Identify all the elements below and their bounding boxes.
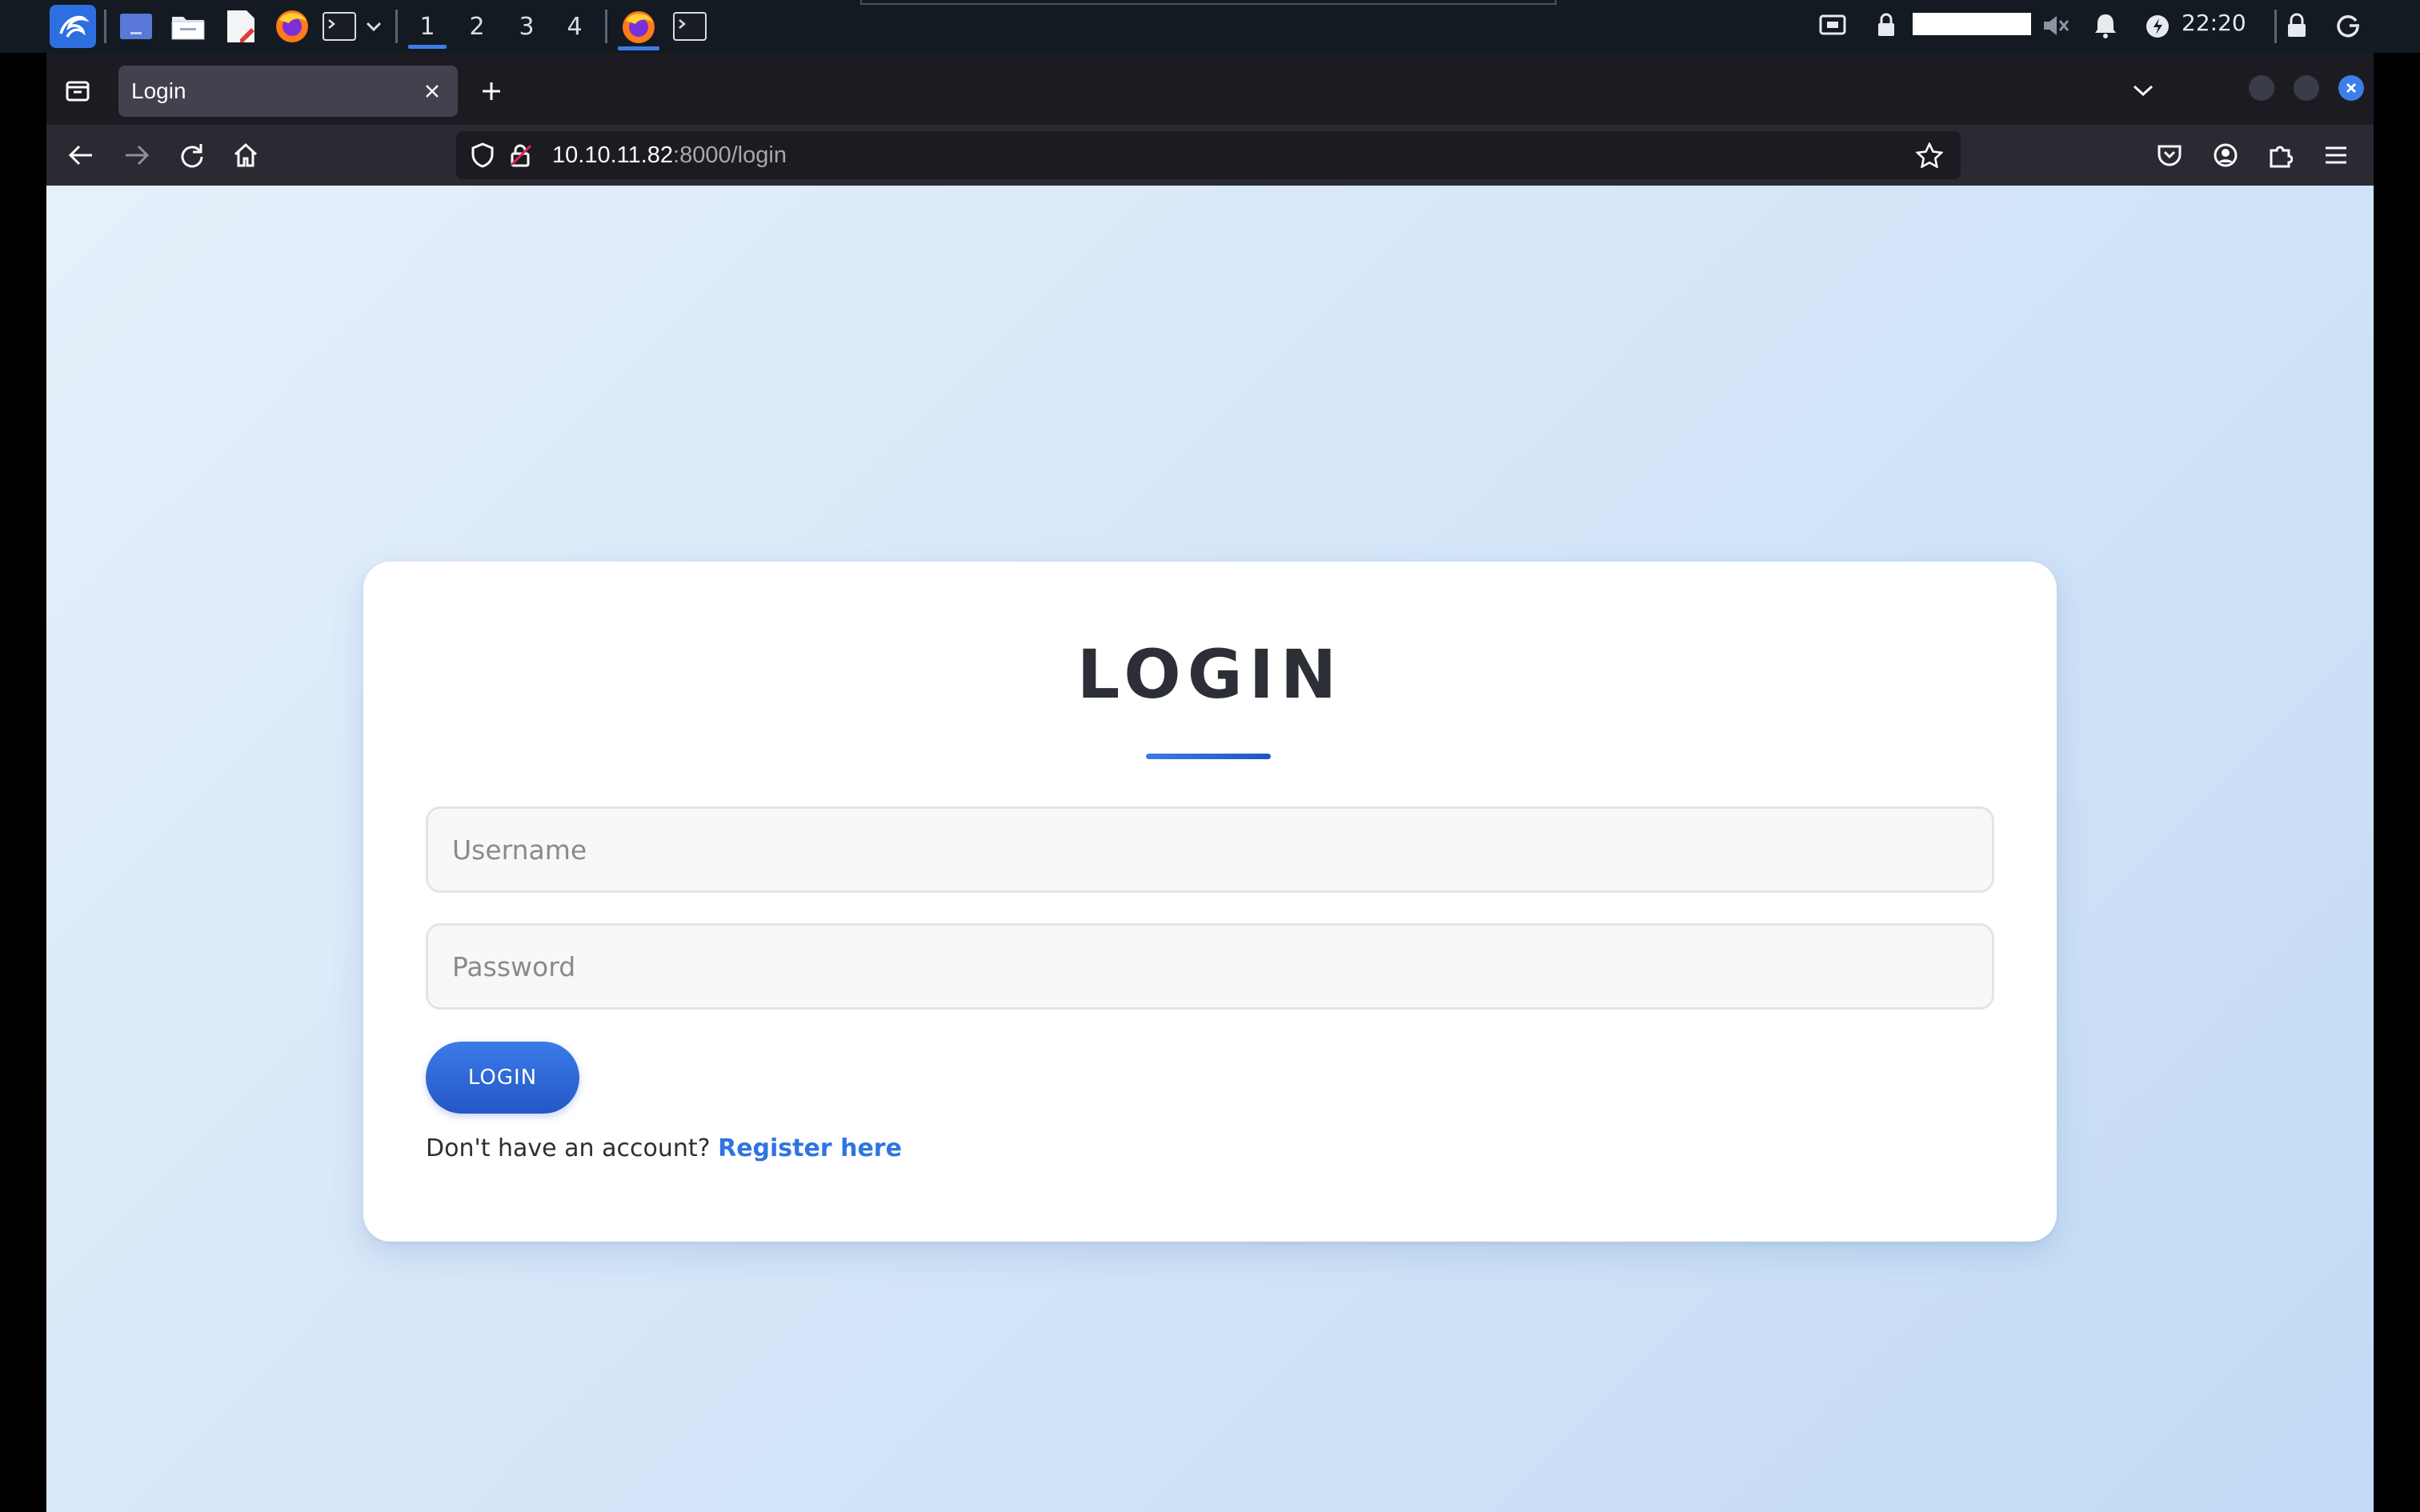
chevron-down-icon[interactable] <box>362 14 386 38</box>
workspace-3[interactable]: 3 <box>504 5 549 48</box>
title-underline <box>1146 754 1271 759</box>
panel-separator <box>2274 10 2277 43</box>
close-window-button[interactable] <box>2338 75 2364 101</box>
reload-icon <box>181 144 203 168</box>
account-button[interactable] <box>2202 133 2249 178</box>
tab-bar: Login <box>46 53 2374 125</box>
forward-arrow-icon <box>126 145 150 166</box>
pocket-button[interactable] <box>2146 133 2193 178</box>
close-icon <box>2346 82 2357 94</box>
back-button[interactable] <box>58 133 104 178</box>
reload-button[interactable] <box>168 133 214 178</box>
panel-separator <box>104 10 106 43</box>
tracking-protection-shield-icon[interactable] <box>471 142 495 171</box>
page-content: LOGIN LOGIN Don't have an account? Regis… <box>46 186 2374 1512</box>
bookmark-star-icon[interactable] <box>1915 141 1944 171</box>
lock-icon[interactable] <box>2281 10 2313 42</box>
password-input[interactable] <box>426 923 1994 1010</box>
volume-muted-icon[interactable] <box>2037 10 2073 42</box>
forward-button[interactable] <box>114 133 160 178</box>
back-arrow-icon <box>68 145 92 166</box>
logout-icon[interactable] <box>2332 10 2364 42</box>
register-link[interactable]: Register here <box>718 1134 902 1162</box>
firefox-view-button[interactable] <box>53 70 102 110</box>
maximize-button[interactable] <box>2294 75 2319 101</box>
navigation-toolbar: 10.10.11.82:8000/login <box>46 125 2374 186</box>
hamburger-menu-icon <box>2326 146 2346 164</box>
extensions-button[interactable] <box>2257 133 2303 178</box>
vpn-lock-icon[interactable] <box>1871 10 1901 42</box>
url-path: :8000/login <box>673 142 787 168</box>
app-menu-button[interactable] <box>2313 133 2359 178</box>
url-text[interactable]: 10.10.11.82:8000/login <box>552 142 787 169</box>
tray-text-field <box>1913 13 2031 35</box>
home-icon <box>234 142 258 167</box>
panel-separator <box>395 10 398 43</box>
username-input[interactable] <box>426 806 1994 893</box>
workspace-2[interactable]: 2 <box>455 5 499 48</box>
firefox-window-button[interactable] <box>616 5 661 50</box>
power-icon[interactable] <box>2142 11 2174 42</box>
network-icon[interactable] <box>1817 11 1849 40</box>
browser-window: Login 10.10.11.82:8000/login LOGIN Usern… <box>46 53 2374 1512</box>
account-icon <box>2214 143 2238 167</box>
page-title: LOGIN <box>1076 635 1344 714</box>
terminal-window-button[interactable] <box>669 8 711 45</box>
tab-login[interactable]: Login <box>118 66 458 117</box>
tab-title: Login <box>131 78 186 103</box>
kali-menu-icon[interactable] <box>50 5 96 48</box>
chevron-down-icon <box>2133 85 2154 97</box>
puzzle-icon <box>2270 146 2293 168</box>
close-icon <box>426 85 439 98</box>
address-bar[interactable]: 10.10.11.82:8000/login <box>456 131 1961 179</box>
workspace-4[interactable]: 4 <box>552 5 597 48</box>
list-all-tabs-button[interactable] <box>2121 70 2166 110</box>
text-editor-icon[interactable] <box>222 6 259 46</box>
panel-separator <box>605 10 607 43</box>
url-host: 10.10.11.82 <box>552 142 674 168</box>
workspace-1[interactable]: 1 <box>405 5 450 49</box>
plus-icon <box>483 82 500 100</box>
register-prompt-line: Don't have an account? Register here <box>426 1134 902 1162</box>
file-manager-icon[interactable] <box>168 8 208 45</box>
register-prompt-text: Don't have an account? <box>426 1134 711 1162</box>
firefox-icon <box>623 11 655 43</box>
pocket-icon <box>2158 145 2182 166</box>
firefox-icon[interactable] <box>272 6 312 46</box>
firefox-view-icon <box>66 81 90 102</box>
login-card: LOGIN LOGIN Don't have an account? Regis… <box>363 562 2057 1242</box>
login-button[interactable]: LOGIN <box>426 1042 579 1114</box>
notifications-icon[interactable] <box>2089 10 2122 42</box>
panel-window-strip <box>860 0 1557 5</box>
terminal-icon <box>673 12 707 41</box>
new-tab-button[interactable] <box>469 69 514 114</box>
home-button[interactable] <box>222 133 269 178</box>
clock[interactable]: 22:20 <box>2182 10 2246 36</box>
insecure-lock-icon[interactable] <box>509 142 533 171</box>
tab-close-button[interactable] <box>418 77 447 106</box>
desktop-top-panel: 1 2 3 4 22:20 <box>0 0 2420 53</box>
desktop-icon[interactable] <box>117 8 155 45</box>
minimize-button[interactable] <box>2249 75 2274 101</box>
terminal-icon[interactable] <box>320 8 359 45</box>
